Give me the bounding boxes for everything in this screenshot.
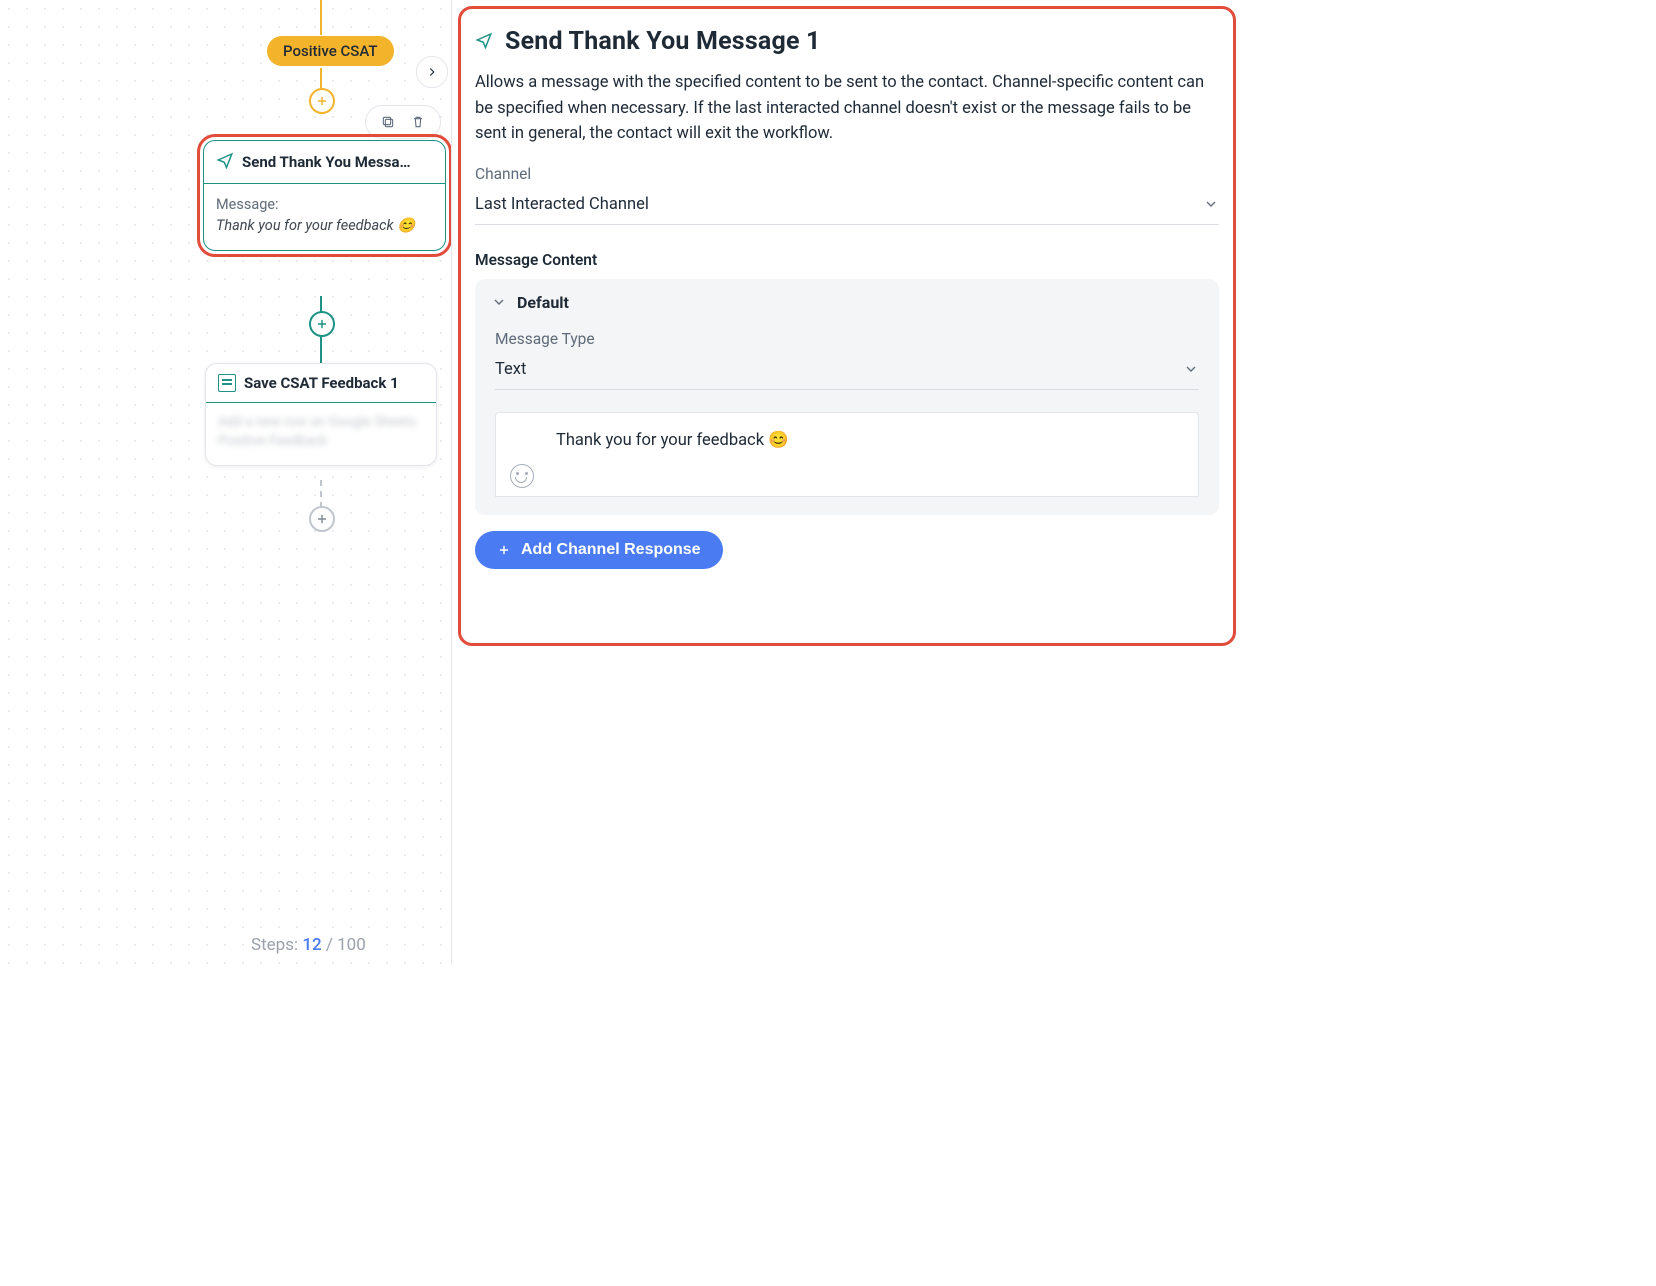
message-type-value: Text bbox=[495, 360, 526, 379]
add-step-button[interactable] bbox=[309, 506, 335, 532]
add-channel-response-label: Add Channel Response bbox=[521, 541, 701, 559]
emoji-picker-icon[interactable] bbox=[510, 464, 534, 488]
node-body-message: Thank you for your feedback 😊 bbox=[216, 217, 415, 234]
connector-line-dashed bbox=[320, 480, 323, 508]
node-title: Send Thank You Messa… bbox=[242, 153, 411, 171]
message-type-label: Message Type bbox=[495, 330, 1199, 348]
panel-highlight: Send Thank You Message 1 Allows a messag… bbox=[458, 6, 1236, 646]
channel-select[interactable]: Last Interacted Channel bbox=[475, 189, 1219, 225]
channel-value: Last Interacted Channel bbox=[475, 195, 649, 214]
add-step-button[interactable] bbox=[309, 311, 335, 337]
panel-description: Allows a message with the specified cont… bbox=[475, 70, 1219, 147]
detail-sidebar: Send Thank You Message 1 Allows a messag… bbox=[452, 0, 1242, 965]
node-send-thank-you-message[interactable]: Send Thank You Messa… Message: Thank you… bbox=[203, 140, 446, 251]
node-body-label: Message: bbox=[216, 194, 433, 215]
message-input[interactable]: Thank you for your feedback 😊 bbox=[495, 412, 1199, 497]
message-type-select[interactable]: Text bbox=[495, 354, 1199, 390]
add-step-button[interactable] bbox=[309, 88, 335, 114]
collapse-sidebar-button[interactable] bbox=[416, 56, 448, 88]
paper-plane-icon bbox=[216, 151, 234, 173]
node-save-csat-feedback[interactable]: Save CSAT Feedback 1 Add a new row on Go… bbox=[205, 363, 437, 466]
divider bbox=[451, 0, 452, 965]
default-toggle[interactable]: Default bbox=[491, 293, 1203, 312]
default-label: Default bbox=[517, 293, 569, 312]
message-text: Thank you for your feedback 😊 bbox=[556, 431, 1184, 450]
paper-plane-icon bbox=[475, 31, 493, 53]
chevron-down-icon bbox=[1183, 361, 1199, 377]
add-channel-response-button[interactable]: Add Channel Response bbox=[475, 531, 723, 569]
branch-pill-positive-csat[interactable]: Positive CSAT bbox=[267, 36, 394, 66]
default-content-card: Default Message Type Text Thank you for … bbox=[475, 279, 1219, 515]
workflow-canvas[interactable]: Positive CSAT Send Thank You Messa… Mess… bbox=[0, 0, 452, 965]
chevron-down-icon bbox=[1203, 196, 1219, 212]
spreadsheet-icon bbox=[218, 374, 236, 392]
channel-label: Channel bbox=[475, 165, 1219, 183]
panel-title: Send Thank You Message 1 bbox=[505, 27, 821, 56]
node-body-blurred: Add a new row on Google Sheets: Positive… bbox=[206, 403, 436, 465]
copy-icon[interactable] bbox=[376, 110, 400, 134]
connector-corner bbox=[320, 0, 350, 12]
connector-line bbox=[320, 0, 323, 35]
chevron-down-icon bbox=[491, 294, 507, 310]
trash-icon[interactable] bbox=[406, 110, 430, 134]
node-title: Save CSAT Feedback 1 bbox=[244, 374, 399, 392]
steps-counter: Steps: 12 / 100 bbox=[245, 933, 372, 957]
message-content-label: Message Content bbox=[475, 251, 1219, 269]
node-highlight-send-message: Send Thank You Messa… Message: Thank you… bbox=[197, 134, 452, 257]
node-body: Message: Thank you for your feedback 😊 bbox=[204, 184, 445, 250]
